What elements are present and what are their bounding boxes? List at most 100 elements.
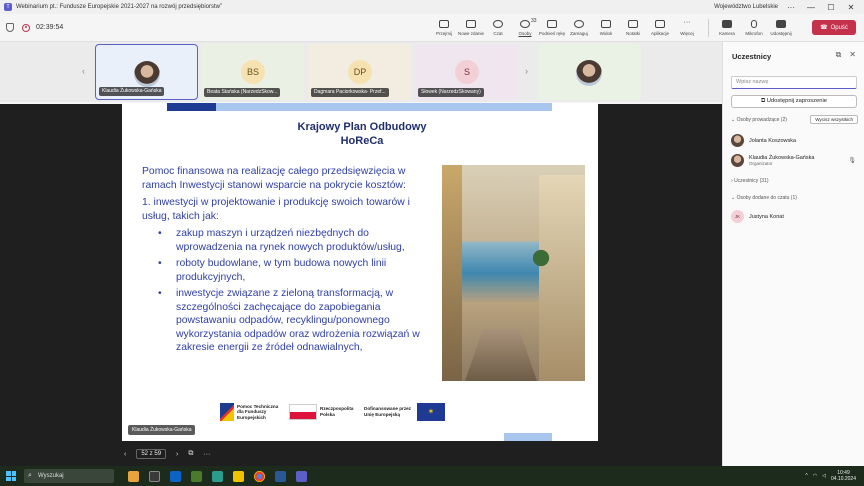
presenter-tag: Klaudia Żukowska-Gańska [128, 425, 196, 435]
logo-eu: Dofinansowane przez Unię Europejską ✶ [364, 403, 445, 421]
system-tray: ^ ◠ ◁ 10:49 04.10.2024 [805, 470, 856, 482]
slide-title: Krajowy Plan Odbudowy HoReCa [297, 121, 427, 147]
raise-icon [466, 20, 476, 28]
avatar [134, 61, 160, 87]
pl-flag-icon [289, 404, 317, 420]
lobby-section[interactable]: ⌄ Osoby dodane do czatu (1) [731, 195, 797, 201]
briefcase-icon[interactable] [128, 470, 139, 482]
mic-button[interactable]: Mikrofon [742, 14, 766, 42]
bullet-item: zakup maszyn i urządzeń niezbędnych do w… [158, 227, 437, 254]
outlook-icon[interactable] [170, 470, 181, 482]
share-button[interactable]: Udostępnij [769, 14, 793, 42]
apps-icon [655, 20, 665, 28]
avatar: S [455, 60, 479, 84]
taskbar-apps [128, 470, 307, 482]
attendees-section[interactable]: › Uczestnicy (31) [731, 178, 769, 184]
mic-icon [751, 20, 757, 28]
edge-icon[interactable] [212, 470, 223, 482]
participant-item[interactable]: Jolanta Koszowska [731, 134, 796, 147]
view-button[interactable]: Widok [594, 14, 618, 42]
participant-tile[interactable]: S Słowek (NarzedzSkowany) [415, 44, 518, 100]
close-window-button[interactable]: ✕ [844, 3, 858, 12]
camera-button[interactable]: Kamera [715, 14, 739, 42]
avatar: BS [241, 60, 265, 84]
participant-search-input[interactable]: Wpisz nazwę [731, 76, 857, 89]
slide-counter[interactable]: 52 z 59 [136, 449, 167, 459]
task-view-icon[interactable] [149, 470, 160, 482]
new-item-button[interactable]: Nowe zdanie [458, 14, 484, 42]
camera-icon [722, 20, 732, 28]
share-invite-button[interactable]: ⧉ Udostępnij zaproszenie [731, 95, 857, 108]
slide-intro: Pomoc finansowa na realizację całego prz… [142, 166, 406, 191]
avatar [731, 134, 744, 147]
meeting-timer: 02:39:54 [36, 24, 64, 31]
prev-slide-icon[interactable]: ‹ [124, 451, 126, 458]
word-icon[interactable] [275, 470, 286, 482]
close-panel-icon[interactable]: ✕ [849, 50, 856, 60]
more-icon: ··· [683, 19, 691, 26]
participant-tile[interactable] [538, 44, 641, 100]
strip-next-icon[interactable]: › [525, 66, 528, 76]
pointer-icon [439, 20, 449, 28]
windows-start-icon[interactable] [6, 471, 16, 481]
take-control-button[interactable]: Przejmij [432, 14, 456, 42]
volume-icon[interactable]: ◁ [822, 473, 826, 479]
slide-accent-bar [504, 433, 552, 441]
toolbar-tools: Przejmij Nowe zdanie Czat 33 Osoby Podnie… [432, 14, 796, 42]
notes-button[interactable]: Notatki [621, 14, 645, 42]
people-count: 33 [531, 18, 537, 24]
participant-tile[interactable]: Klaudia Żukowska-Gańska [95, 44, 198, 100]
react-button[interactable]: Zareaguj [567, 14, 591, 42]
copy-icon[interactable]: ⧉ [188, 450, 193, 458]
more-icon[interactable]: ··· [203, 451, 210, 458]
shield-icon [6, 23, 14, 32]
react-icon [574, 20, 584, 28]
next-slide-icon[interactable]: › [176, 451, 178, 458]
chat-icon [493, 20, 503, 28]
raise-hand-button[interactable]: Podnieś rękę [539, 14, 565, 42]
presenters-section[interactable]: ⌄ Osoby prowadzące (2) [731, 117, 787, 123]
pop-out-icon[interactable]: ⧉ [836, 50, 842, 60]
slide-point: 1. inwestycji w projektowanie i produkcj… [142, 197, 410, 222]
slide-body: Pomoc finansowa na realizację całego prz… [142, 165, 437, 358]
logo-fe: Pomoc Techniczna dla Funduszy Europejski… [220, 403, 283, 421]
window-titlebar: T Webinarium pt.: Fundusze Europejskie 2… [0, 0, 864, 14]
panel-title: Uczestnicy [732, 52, 772, 61]
mute-all-button[interactable]: Wycisz wszystkich [810, 115, 858, 124]
bullet-item: roboty budowlane, w tym budowa nowych li… [158, 257, 437, 284]
minimize-button[interactable]: — [804, 3, 818, 12]
chat-button[interactable]: Czat [486, 14, 510, 42]
people-icon: 33 [520, 18, 537, 28]
recording-icon [22, 23, 30, 32]
teams-icon: T [4, 3, 12, 11]
desktop-icon[interactable] [191, 470, 202, 482]
participant-tile[interactable]: BS Beata Stańska (NarzedzSkow... [201, 44, 304, 100]
participant-item[interactable]: Klaudia Żukowska-Gańska Organizator [731, 154, 814, 167]
taskbar-search-input[interactable]: Wyszukaj [24, 469, 114, 483]
funding-logos: Pomoc Techniczna dla Funduszy Europejski… [220, 400, 480, 424]
more-button[interactable]: ··· Więcej [675, 14, 699, 42]
participant-item[interactable]: JK Justyna Konat [731, 210, 784, 223]
chrome-icon[interactable] [254, 470, 265, 482]
people-button[interactable]: 33 Osoby [513, 14, 537, 42]
share-icon [776, 20, 786, 28]
participants-panel: Uczestnicy ⧉ ✕ Wpisz nazwę ⧉ Udostępnij … [722, 42, 864, 466]
windows-taskbar: Wyszukaj ^ ◠ ◁ 10:49 04.10.2024 [0, 466, 864, 486]
more-options-icon[interactable]: ··· [784, 3, 798, 12]
teams-taskbar-icon[interactable] [296, 470, 307, 482]
folder-icon[interactable] [233, 470, 244, 482]
participant-tile[interactable]: DP Dagmara Paciorkowska- Przef... [308, 44, 411, 100]
slide-accent-bar [167, 103, 216, 111]
view-icon [601, 20, 611, 28]
eu-flag-icon: ✶ [417, 403, 445, 421]
hand-icon [547, 20, 557, 28]
clock[interactable]: 10:49 04.10.2024 [831, 470, 856, 482]
maximize-button[interactable]: ☐ [824, 3, 838, 12]
notes-icon [628, 20, 638, 28]
apps-button[interactable]: Aplikacje [648, 14, 672, 42]
chevron-up-icon[interactable]: ^ [805, 473, 807, 479]
strip-prev-icon[interactable]: ‹ [82, 66, 85, 76]
leave-button[interactable]: ☎ Opuść [812, 20, 856, 35]
wifi-icon[interactable]: ◠ [813, 473, 817, 479]
logo-pl: Rzeczpospolita Polska [289, 404, 358, 420]
